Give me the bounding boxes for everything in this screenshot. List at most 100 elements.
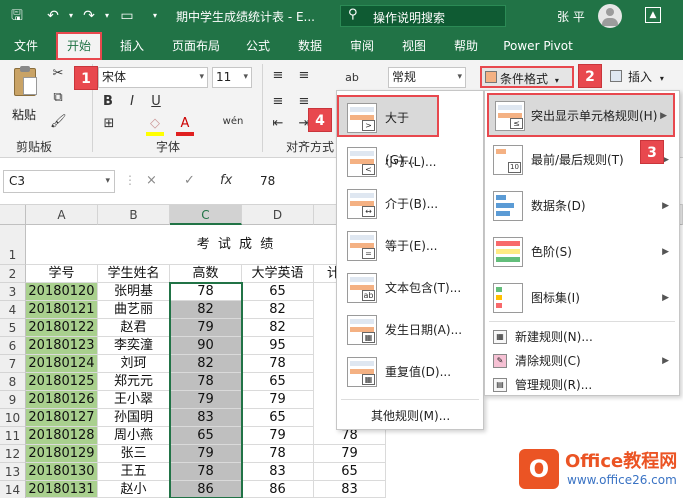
row-header[interactable]: 5 xyxy=(0,319,26,337)
column-header-d[interactable]: D xyxy=(242,205,314,225)
header-cell[interactable]: 学生姓名 xyxy=(98,265,170,283)
align-middle-icon[interactable]: ≡ xyxy=(296,68,312,84)
tab-page-layout[interactable]: 页面布局 xyxy=(164,32,228,60)
id-cell[interactable]: 20180124 xyxy=(26,355,98,373)
extra-cell[interactable]: 83 xyxy=(314,481,386,498)
format-painter-icon[interactable]: 🖌 xyxy=(50,114,67,130)
id-cell[interactable]: 20180123 xyxy=(26,337,98,355)
row-header[interactable]: 4 xyxy=(0,301,26,319)
math-cell[interactable]: 82 xyxy=(170,355,242,373)
math-cell[interactable]: 65 xyxy=(170,427,242,445)
tab-formulas[interactable]: 公式 xyxy=(238,32,278,60)
new-rule-item[interactable]: ▦ 新建规则(N)... xyxy=(485,325,679,349)
column-header-b[interactable]: B xyxy=(98,205,170,225)
align-top-icon[interactable]: ≡ xyxy=(270,68,286,84)
row-header[interactable]: 6 xyxy=(0,337,26,355)
name-cell[interactable]: 孙国明 xyxy=(98,409,170,427)
borders-icon[interactable]: ⊞ xyxy=(100,116,118,132)
clear-rules-item[interactable]: ✎ 清除规则(C) ▶ xyxy=(485,349,679,373)
data-bars-item[interactable]: 数据条(D) ▶ xyxy=(485,185,679,227)
column-header-c[interactable]: C xyxy=(170,205,242,225)
paste-button[interactable]: 粘贴 xyxy=(8,66,44,126)
name-cell[interactable]: 刘珂 xyxy=(98,355,170,373)
cut-icon[interactable]: ✂ xyxy=(50,66,66,82)
id-cell[interactable]: 20180128 xyxy=(26,427,98,445)
name-cell[interactable]: 张三 xyxy=(98,445,170,463)
english-cell[interactable]: 65 xyxy=(242,409,314,427)
math-cell[interactable]: 79 xyxy=(170,391,242,409)
italic-button[interactable]: I xyxy=(124,94,140,110)
ribbon-display-options-icon[interactable]: ▲ xyxy=(645,7,661,23)
font-color-icon[interactable]: A xyxy=(176,116,194,132)
color-scales-item[interactable]: 色阶(S) ▶ xyxy=(485,231,679,273)
less-than-item[interactable]: < 小于(L)... xyxy=(337,141,483,183)
math-cell[interactable]: 78 xyxy=(170,463,242,481)
english-cell[interactable]: 86 xyxy=(242,481,314,498)
insert-function-icon[interactable]: fx xyxy=(220,173,232,188)
tab-data[interactable]: 数据 xyxy=(290,32,330,60)
name-cell[interactable]: 李奕潼 xyxy=(98,337,170,355)
header-cell[interactable]: 大学英语 xyxy=(242,265,314,283)
open-folder-icon[interactable]: ▭ xyxy=(118,7,136,25)
english-cell[interactable]: 78 xyxy=(242,355,314,373)
id-cell[interactable]: 20180130 xyxy=(26,463,98,481)
english-cell[interactable]: 65 xyxy=(242,283,314,301)
header-cell[interactable]: 学号 xyxy=(26,265,98,283)
english-cell[interactable]: 79 xyxy=(242,391,314,409)
english-cell[interactable]: 65 xyxy=(242,373,314,391)
name-cell[interactable]: 曲艺丽 xyxy=(98,301,170,319)
underline-button[interactable]: U xyxy=(148,94,164,110)
undo-dropdown-icon[interactable]: ▾ xyxy=(62,7,80,25)
math-cell[interactable]: 78 xyxy=(170,283,242,301)
id-cell[interactable]: 20180127 xyxy=(26,409,98,427)
name-cell[interactable]: 王小翠 xyxy=(98,391,170,409)
id-cell[interactable]: 20180121 xyxy=(26,301,98,319)
undo-icon[interactable]: ↶ xyxy=(44,7,62,25)
customize-qat-icon[interactable]: ▾ xyxy=(146,7,164,25)
duplicate-values-item[interactable]: ▦ 重复值(D)... xyxy=(337,351,483,393)
font-size-select[interactable]: 11 ▾ xyxy=(212,67,252,88)
user-name[interactable]: 张 平 xyxy=(557,8,585,25)
highlight-cells-rules-item[interactable]: ≤ 突出显示单元格规则(H) ▶ xyxy=(487,93,675,137)
manage-rules-item[interactable]: ▤ 管理规则(R)... xyxy=(485,373,679,397)
english-cell[interactable]: 95 xyxy=(242,337,314,355)
name-cell[interactable]: 周小燕 xyxy=(98,427,170,445)
row-header[interactable]: 14 xyxy=(0,481,26,498)
math-cell[interactable]: 79 xyxy=(170,319,242,337)
select-all-corner[interactable] xyxy=(0,205,26,225)
id-cell[interactable]: 20180125 xyxy=(26,373,98,391)
name-cell[interactable]: 郑元元 xyxy=(98,373,170,391)
tab-file[interactable]: 文件 xyxy=(8,32,44,60)
row-header[interactable]: 8 xyxy=(0,373,26,391)
row-header[interactable]: 2 xyxy=(0,265,26,283)
tab-insert[interactable]: 插入 xyxy=(112,32,152,60)
font-name-select[interactable]: 宋体 ▾ xyxy=(98,67,208,88)
date-occurring-item[interactable]: ▦ 发生日期(A)... xyxy=(337,309,483,351)
math-cell[interactable]: 78 xyxy=(170,373,242,391)
row-header[interactable]: 11 xyxy=(0,427,26,445)
math-cell[interactable]: 90 xyxy=(170,337,242,355)
redo-dropdown-icon[interactable]: ▾ xyxy=(98,7,116,25)
id-cell[interactable]: 20180129 xyxy=(26,445,98,463)
decrease-indent-icon[interactable]: ⇤ xyxy=(270,116,286,132)
row-header[interactable]: 9 xyxy=(0,391,26,409)
cancel-icon[interactable]: × xyxy=(146,173,157,188)
insert-cells-button[interactable]: 插入 ▾ xyxy=(610,66,680,88)
row-header[interactable]: 12 xyxy=(0,445,26,463)
math-cell[interactable]: 86 xyxy=(170,481,242,498)
row-header[interactable]: 1 xyxy=(0,225,26,265)
avatar[interactable] xyxy=(598,4,622,28)
fill-color-icon[interactable]: ◇ xyxy=(146,116,164,132)
name-cell[interactable]: 王五 xyxy=(98,463,170,481)
phonetic-guide-icon[interactable]: wén xyxy=(218,114,248,130)
formula-input[interactable]: 78 xyxy=(260,174,275,188)
text-contains-item[interactable]: ab 文本包含(T)... xyxy=(337,267,483,309)
row-header[interactable]: 3 xyxy=(0,283,26,301)
tab-help[interactable]: 帮助 xyxy=(446,32,486,60)
row-header[interactable]: 10 xyxy=(0,409,26,427)
english-cell[interactable]: 78 xyxy=(242,445,314,463)
english-cell[interactable]: 79 xyxy=(242,427,314,445)
more-rules-item[interactable]: 其他规则(M)... xyxy=(371,407,450,424)
english-cell[interactable]: 82 xyxy=(242,301,314,319)
extra-cell[interactable]: 79 xyxy=(314,445,386,463)
